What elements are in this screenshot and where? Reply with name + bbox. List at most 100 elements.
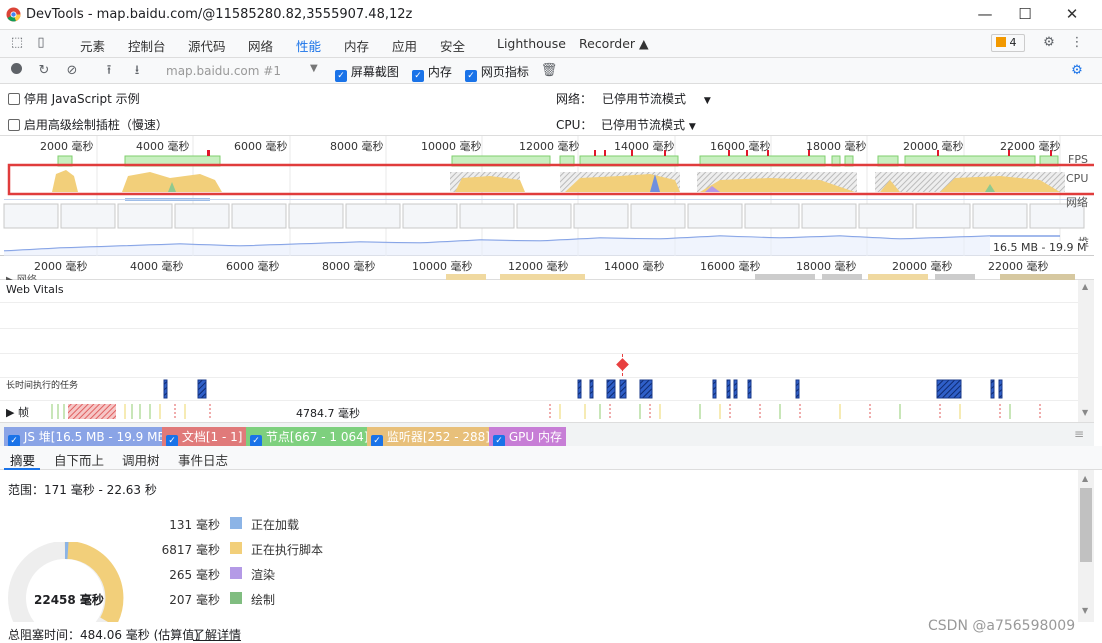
record-icon[interactable] (7, 62, 25, 80)
counter-documents[interactable]: ✓ 文档[1 - 1] (162, 427, 247, 447)
capture-settings-pane: 停用 JavaScript 示例 启用高级绘制插桩（慢速） 网络： 已停用节流模… (0, 84, 1102, 136)
tracks-scrollbar[interactable]: ▲ ▼ (1078, 280, 1094, 422)
overview-tick: 6000 毫秒 (234, 140, 288, 153)
overview-tick: 16000 毫秒 (710, 140, 771, 153)
screenshots-label: 屏幕截图 (350, 65, 399, 79)
tab-call-tree[interactable]: 调用树 (122, 450, 160, 469)
settings-gear-icon[interactable]: ⚙ (1040, 34, 1058, 52)
cpu-throttle-value: 已停用节流模式 (601, 118, 686, 132)
scripting-swatch (230, 542, 242, 554)
counter-listeners-label: 监听器[252 - 288] (386, 430, 490, 444)
cpu-throttle-label: CPU： (556, 118, 593, 132)
tab-performance[interactable]: 性能 (296, 36, 321, 55)
tab-lighthouse[interactable]: Lighthouse (497, 36, 566, 51)
upload-icon[interactable]: ⭱ (100, 62, 118, 80)
chrome-logo-icon (6, 7, 21, 22)
reload-record-icon[interactable]: ↻ (35, 62, 53, 80)
total-blocking-time: 总阻塞时间：484.06 毫秒 (估算值) (8, 628, 199, 642)
tab-elements[interactable]: 元素 (80, 36, 105, 55)
ruler-tick: 14000 毫秒 (604, 260, 665, 273)
ruler-tick: 10000 毫秒 (412, 260, 473, 273)
window-title: DevTools - map.baidu.com/@11585280.82,35… (26, 7, 413, 22)
profile-dropdown-icon[interactable]: ▼ (310, 63, 318, 74)
disable-js-samples-checkbox[interactable]: 停用 JavaScript 示例 (8, 90, 140, 107)
tab-application[interactable]: 应用 (392, 36, 417, 55)
memory-counters-bar: ✓ JS 堆[16.5 MB - 19.9 MB] ✓ 文档[1 - 1] ✓ … (0, 422, 1094, 447)
memory-label: 内存 (427, 65, 452, 79)
maximize-button[interactable]: ☐ (1002, 0, 1048, 30)
more-menu-icon[interactable]: ⋮ (1068, 34, 1086, 52)
details-tabbar: 摘要 自下而上 调用树 事件日志 (0, 446, 1102, 470)
network-throttle-label: 网络： (556, 92, 593, 106)
learn-more-link[interactable]: 了解详情 (193, 626, 241, 643)
counter-nodes[interactable]: ✓ 节点[667 - 1 064] (246, 427, 373, 447)
tab-network[interactable]: 网络 (248, 36, 273, 55)
clear-icon[interactable]: ⊘ (63, 62, 81, 80)
download-icon[interactable]: ⭳ (128, 62, 146, 80)
overview-tick: 8000 毫秒 (330, 140, 384, 153)
issues-flag-icon (996, 37, 1006, 47)
tab-summary[interactable]: 摘要 (10, 450, 35, 469)
overview-tick: 2000 毫秒 (40, 140, 94, 153)
capture-settings-icon[interactable]: ⚙ (1068, 62, 1086, 80)
timeline-tracks[interactable]: Web Vitals 长时间执行的任务 ▶ 帧 4784.7 毫秒 (0, 280, 1078, 422)
counter-js-heap[interactable]: ✓ JS 堆[16.5 MB - 19.9 MB] (4, 427, 175, 447)
trash-icon[interactable]: 🗑 (540, 62, 558, 80)
ruler-tick: 2000 毫秒 (34, 260, 88, 273)
frame-duration: 4784.7 毫秒 (296, 407, 360, 420)
cpu-label: CPU (1066, 172, 1089, 185)
advanced-paint-label: 启用高级绘制插桩（慢速） (23, 118, 168, 132)
overview-tick: 12000 毫秒 (519, 140, 580, 153)
tab-memory[interactable]: 内存 (344, 36, 369, 55)
cpu-throttle-select[interactable]: 已停用节流模式 ▼ (601, 116, 696, 133)
performance-toolbar: ↻ ⊘ ⭱ ⭳ map.baidu.com #1 ▼ ✓ 屏幕截图 ✓ 内存 ✓… (0, 58, 1102, 84)
disable-js-samples-label: 停用 JavaScript 示例 (23, 92, 140, 106)
memory-checkbox[interactable]: ✓ 内存 (412, 63, 452, 82)
summary-donut-chart (8, 542, 124, 622)
counter-gpu-memory[interactable]: ✓ GPU 内存 (489, 427, 566, 447)
status-bar: 总阻塞时间：484.06 毫秒 (估算值) 了解详情 CSDN @a756598… (0, 618, 1102, 643)
issues-badge[interactable]: 4 (991, 34, 1025, 52)
network-throttle-value: 已停用节流模式 (602, 92, 687, 106)
summary-pane: 范围：171 毫秒 - 22.63 秒 131 毫秒 正在加载 6817 毫秒 … (0, 470, 1078, 622)
summary-scripting-value: 6817 毫秒 (161, 543, 220, 557)
counter-nodes-label: 节点[667 - 1 064] (265, 430, 369, 444)
counter-listeners[interactable]: ✓ 监听器[252 - 288] (367, 427, 494, 447)
net-label: 网络 (1066, 196, 1088, 209)
counter-js-heap-label: JS 堆[16.5 MB - 19.9 MB] (23, 430, 171, 444)
webvitals-checkbox[interactable]: ✓ 网页指标 (465, 63, 529, 82)
summary-scrollbar[interactable]: ▲ ▼ (1078, 470, 1094, 622)
fps-label: FPS (1068, 153, 1088, 166)
web-vitals-label: Web Vitals (6, 283, 64, 296)
overview-tick: 10000 毫秒 (421, 140, 482, 153)
ruler-tick: 20000 毫秒 (892, 260, 953, 273)
tab-security[interactable]: 安全 (440, 36, 465, 55)
inspect-element-icon[interactable]: ⬚ (8, 34, 26, 52)
ruler-tick: 6000 毫秒 (226, 260, 280, 273)
tab-event-log[interactable]: 事件日志 (178, 450, 228, 469)
timeline-ruler: 2000 毫秒 4000 毫秒 6000 毫秒 8000 毫秒 10000 毫秒… (0, 256, 1094, 286)
ruler-tick: 16000 毫秒 (700, 260, 761, 273)
summary-rendering-label: 渲染 (251, 568, 276, 582)
device-toolbar-icon[interactable]: ▯ (32, 34, 50, 52)
summary-total: 22458 毫秒 (34, 593, 104, 607)
lcp-marker-icon[interactable] (616, 358, 629, 371)
summary-loading-value: 131 毫秒 (169, 518, 220, 532)
tab-sources[interactable]: 源代码 (188, 36, 226, 55)
advanced-paint-checkbox[interactable]: 启用高级绘制插桩（慢速） (8, 116, 168, 133)
tab-recorder[interactable]: Recorder ▲ (579, 36, 649, 51)
close-button[interactable]: ✕ (1049, 0, 1095, 30)
rendering-swatch (230, 567, 242, 579)
timeline-overview[interactable]: 4000 毫秒 6000 毫秒 8000 毫秒 10000 毫秒 12000 毫… (0, 136, 1094, 256)
overview-tick: 22000 毫秒 (1000, 140, 1061, 153)
overview-tick: 14000 毫秒 (614, 140, 675, 153)
tab-bottom-up[interactable]: 自下而上 (54, 450, 104, 469)
profile-select[interactable]: map.baidu.com #1 (166, 64, 281, 78)
summary-range: 范围：171 毫秒 - 22.63 秒 (8, 483, 157, 497)
resize-handle-icon[interactable]: ≡ (1074, 427, 1084, 441)
issues-count: 4 (1009, 36, 1017, 49)
summary-painting-value: 207 毫秒 (169, 593, 220, 607)
screenshots-checkbox[interactable]: ✓ 屏幕截图 (335, 63, 399, 82)
tab-console[interactable]: 控制台 (128, 36, 166, 55)
network-throttle-select[interactable]: 已停用节流模式 ▼ (602, 90, 711, 107)
